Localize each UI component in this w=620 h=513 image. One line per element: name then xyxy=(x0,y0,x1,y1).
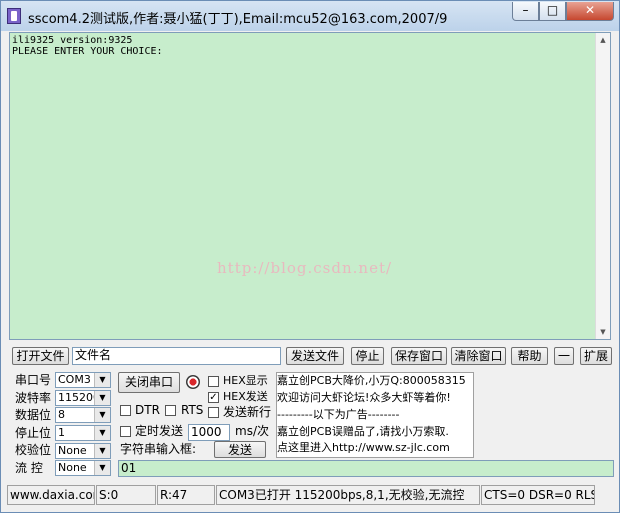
app-icon[interactable] xyxy=(7,8,21,24)
ad-line[interactable]: 嘉立创PCB大降价,小万Q:800058315 xyxy=(277,374,466,388)
stop-bits-label: 停止位 xyxy=(15,426,52,440)
send-newline-label: 发送新行 xyxy=(223,405,272,419)
status-port-info: COM3已打开 115200bps,8,1,无校验,无流控 xyxy=(216,485,480,505)
parity-select[interactable]: None ▼ xyxy=(55,443,111,459)
receive-text: ili9325 version:9325 PLEASE ENTER YOUR C… xyxy=(12,35,163,57)
ad-line: ---------以下为广告-------- xyxy=(277,408,400,421)
minimize-button[interactable]: – xyxy=(512,2,539,21)
dtr-checkbox[interactable] xyxy=(120,405,131,416)
port-label: 串口号 xyxy=(15,373,52,387)
title-bar[interactable]: sscom4.2测试版,作者:聂小猛(丁丁),Email:mcu52@163.c… xyxy=(1,1,619,31)
expand-button[interactable]: 扩展 xyxy=(580,347,612,365)
chevron-down-icon[interactable]: ▼ xyxy=(94,373,110,387)
close-button[interactable]: ✕ xyxy=(566,2,614,21)
stop-button[interactable]: 停止 xyxy=(351,347,384,365)
open-file-button[interactable]: 打开文件 xyxy=(12,347,69,365)
interval-unit-label: ms/次 xyxy=(235,424,269,438)
hex-display-label: HEX显示 xyxy=(223,374,268,387)
receive-area[interactable]: ili9325 version:9325 PLEASE ENTER YOUR C… xyxy=(9,32,611,340)
data-bits-select[interactable]: 8 ▼ xyxy=(55,407,111,423)
data-bits-label: 数据位 xyxy=(15,408,52,422)
send-input[interactable]: 01 xyxy=(118,460,614,477)
hex-display-checkbox[interactable] xyxy=(208,376,219,387)
collapse-button[interactable]: 一 xyxy=(554,347,574,365)
ad-panel[interactable]: 嘉立创PCB大降价,小万Q:800058315 欢迎访问大虾论坛!众多大虾等着你… xyxy=(276,372,474,458)
port-status-led-icon xyxy=(186,375,200,389)
scroll-down-icon[interactable]: ▼ xyxy=(596,325,610,339)
help-button[interactable]: 帮助 xyxy=(511,347,548,365)
interval-input[interactable]: 1000 xyxy=(188,424,230,441)
send-button[interactable]: 发送 xyxy=(214,441,266,458)
close-port-button[interactable]: 关闭串口 xyxy=(118,372,180,393)
ad-line[interactable]: 点这里进入http://www.sz-jlc.com xyxy=(277,441,450,455)
ad-line[interactable]: 欢迎访问大虾论坛!众多大虾等着你! xyxy=(277,391,451,405)
clear-window-button[interactable]: 清除窗口 xyxy=(451,347,506,365)
stop-bits-select[interactable]: 1 ▼ xyxy=(55,425,111,441)
status-received-count: R:47 xyxy=(157,485,215,505)
maximize-button[interactable]: □ xyxy=(539,2,566,21)
watermark: http://blog.csdn.net/ xyxy=(217,259,393,277)
chevron-down-icon[interactable]: ▼ xyxy=(94,444,110,458)
main-window: sscom4.2测试版,作者:聂小猛(丁丁),Email:mcu52@163.c… xyxy=(0,0,620,513)
status-sent-count: S:0 xyxy=(96,485,156,505)
filename-field[interactable]: 文件名 xyxy=(72,347,281,365)
rts-checkbox[interactable] xyxy=(165,405,176,416)
timed-send-label: 定时发送 xyxy=(135,424,184,438)
ad-spacer xyxy=(474,372,612,458)
timed-send-checkbox[interactable] xyxy=(120,426,131,437)
status-bar: www.daxia.cor S:0 R:47 COM3已打开 115200bps… xyxy=(7,485,615,507)
port-select[interactable]: COM3 ▼ xyxy=(55,372,111,388)
send-file-button[interactable]: 发送文件 xyxy=(286,347,344,365)
baud-label: 波特率 xyxy=(15,391,52,405)
scroll-up-icon[interactable]: ▲ xyxy=(596,33,610,47)
window-title: sscom4.2测试版,作者:聂小猛(丁丁),Email:mcu52@163.c… xyxy=(28,12,448,27)
rts-label: RTS xyxy=(181,403,204,417)
ad-line[interactable]: 嘉立创PCB误赠品了,请找小万索取. xyxy=(277,425,449,439)
baud-select[interactable]: 115200 ▼ xyxy=(55,390,111,406)
chevron-down-icon[interactable]: ▼ xyxy=(94,426,110,440)
save-window-button[interactable]: 保存窗口 xyxy=(391,347,447,365)
hex-send-checkbox[interactable]: ✓ xyxy=(208,392,219,403)
send-newline-checkbox[interactable] xyxy=(208,407,219,418)
chevron-down-icon[interactable]: ▼ xyxy=(94,408,110,422)
vertical-scrollbar[interactable]: ▲ ▼ xyxy=(595,33,610,339)
parity-label: 校验位 xyxy=(15,443,52,457)
status-line-signals: CTS=0 DSR=0 RLSD xyxy=(481,485,595,505)
dtr-label: DTR xyxy=(135,403,160,417)
chevron-down-icon[interactable]: ▼ xyxy=(94,391,110,405)
input-label: 字符串输入框: xyxy=(120,442,197,456)
chevron-down-icon[interactable]: ▼ xyxy=(94,461,110,475)
hex-send-label: HEX发送 xyxy=(223,390,268,403)
status-site-link[interactable]: www.daxia.cor xyxy=(7,485,95,505)
flow-control-label: 流 控 xyxy=(15,461,43,475)
flow-control-select[interactable]: None ▼ xyxy=(55,460,111,476)
